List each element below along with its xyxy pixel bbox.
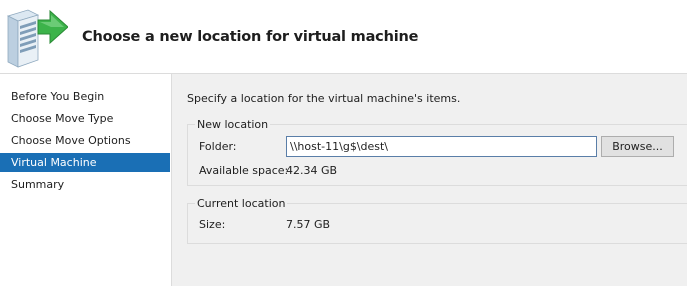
new-location-title: New location bbox=[195, 118, 271, 131]
browse-button[interactable]: Browse... bbox=[601, 136, 674, 157]
available-space-value: 42.34 GB bbox=[286, 164, 338, 177]
folder-label: Folder: bbox=[199, 140, 237, 153]
step-choose-move-options[interactable]: Choose Move Options bbox=[0, 131, 170, 150]
step-summary[interactable]: Summary bbox=[0, 175, 170, 194]
available-space-label: Available space: bbox=[199, 164, 289, 177]
folder-input[interactable] bbox=[286, 136, 597, 157]
size-value: 7.57 GB bbox=[286, 218, 331, 231]
intro-text: Specify a location for the virtual machi… bbox=[187, 92, 461, 105]
current-location-group: Current location bbox=[187, 197, 687, 244]
step-virtual-machine[interactable]: Virtual Machine bbox=[0, 153, 170, 172]
size-label: Size: bbox=[199, 218, 226, 231]
wizard-content: Specify a location for the virtual machi… bbox=[172, 74, 687, 286]
step-before-you-begin[interactable]: Before You Begin bbox=[0, 87, 170, 106]
wizard-step-list: Before You Begin Choose Move Type Choose… bbox=[0, 74, 172, 286]
step-choose-move-type[interactable]: Choose Move Type bbox=[0, 109, 170, 128]
current-location-title: Current location bbox=[195, 197, 288, 210]
wizard-header: Choose a new location for virtual machin… bbox=[0, 0, 687, 74]
server-move-icon bbox=[6, 9, 68, 68]
page-title: Choose a new location for virtual machin… bbox=[82, 29, 419, 45]
